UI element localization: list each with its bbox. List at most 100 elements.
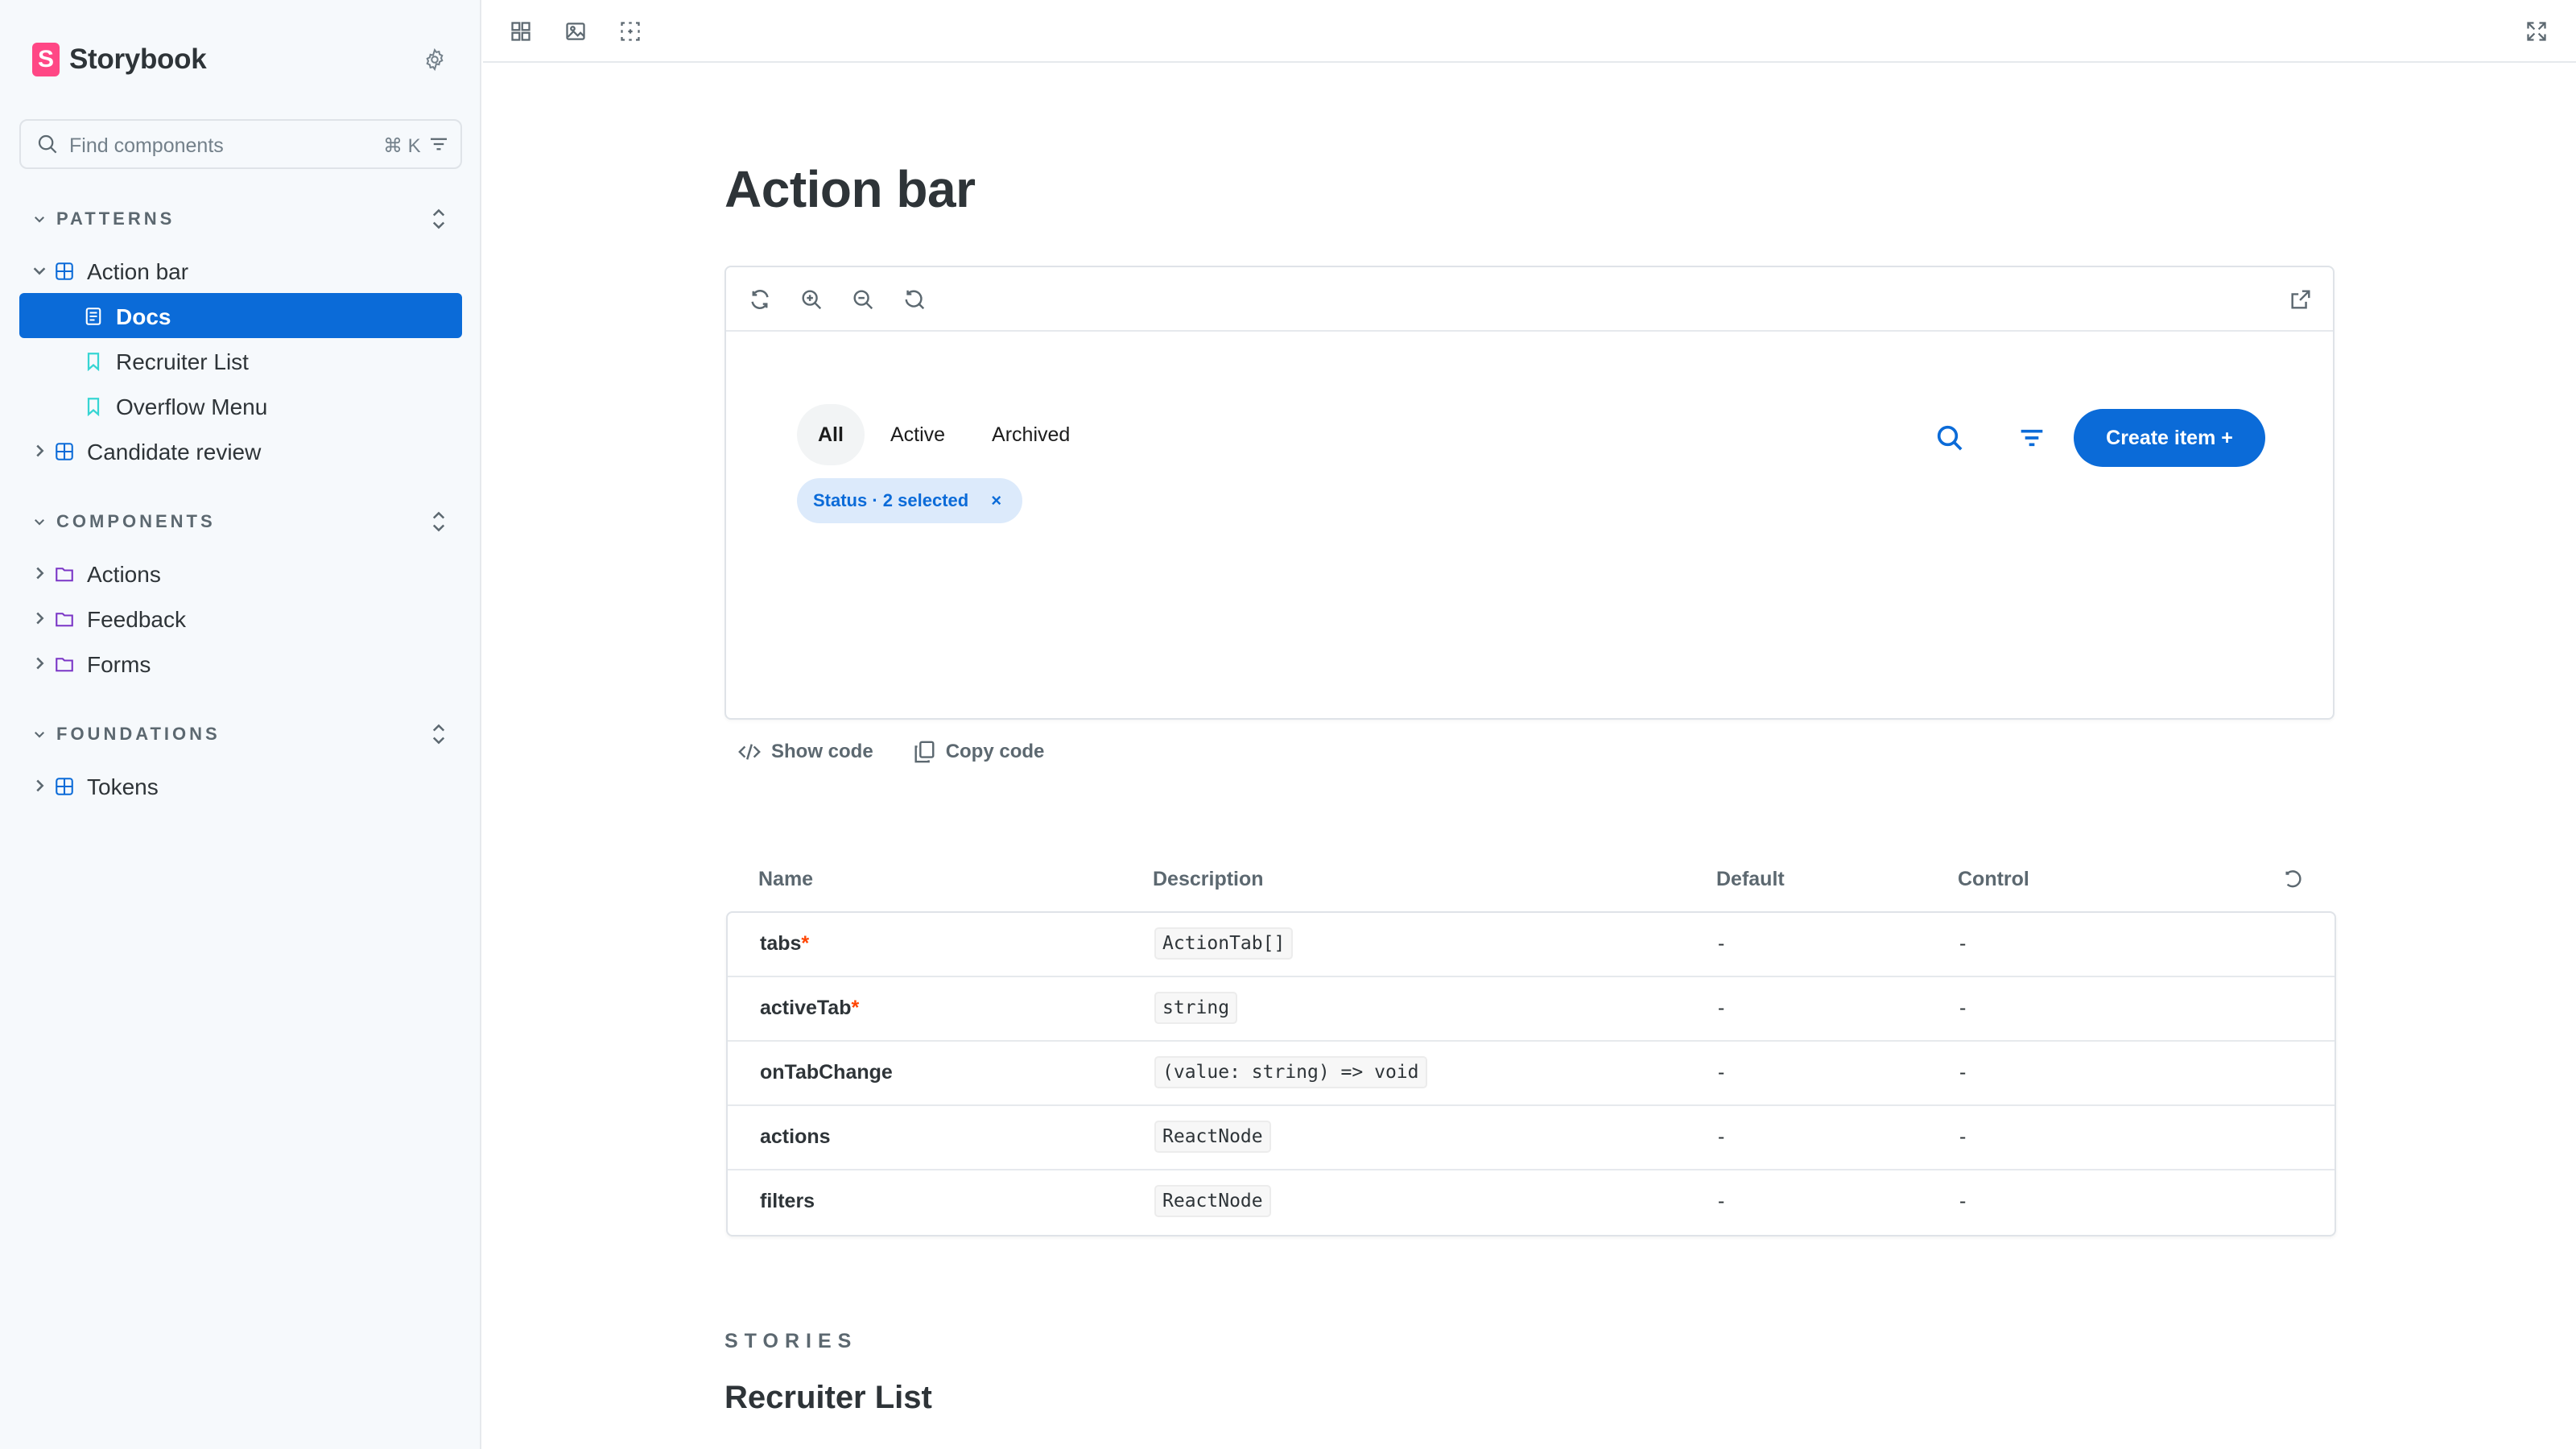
- bookmark-icon: [87, 398, 100, 416]
- fullscreen-icon: [2527, 22, 2546, 41]
- sidebar-item-tokens[interactable]: Tokens: [19, 763, 462, 808]
- external-link-icon: [2291, 290, 2310, 309]
- gear-icon: [426, 47, 444, 72]
- sidebar-item-candidate-review[interactable]: Candidate review: [19, 428, 462, 473]
- tab-all[interactable]: All: [797, 404, 865, 465]
- zoom-out-icon: [853, 290, 873, 310]
- arg-default: -: [1718, 932, 1725, 955]
- arg-default: -: [1718, 1061, 1725, 1084]
- top-toolbar: [483, 0, 2576, 63]
- arg-name: onTabChange: [760, 1061, 893, 1084]
- zoom-in-button[interactable]: [795, 283, 828, 316]
- stories-section-label: STORIES: [724, 1330, 858, 1352]
- arg-control: -: [1959, 932, 1967, 955]
- chevron-right-icon: [36, 567, 44, 580]
- close-icon[interactable]: ×: [991, 490, 1001, 511]
- copy-code-label: Copy code: [945, 741, 1045, 762]
- section-label: COMPONENTS: [56, 511, 216, 531]
- component-icon: [56, 262, 73, 280]
- section-components[interactable]: COMPONENTS: [31, 506, 216, 538]
- arg-name: tabs*: [760, 932, 810, 955]
- sidebar-item-feedback[interactable]: Feedback: [19, 596, 462, 641]
- arg-name: filters: [760, 1190, 815, 1212]
- component-icon: [56, 443, 73, 460]
- chevron-down-icon: [31, 725, 48, 743]
- chip-label: Status · 2 selected: [813, 490, 969, 510]
- arg-type: ActionTab[]: [1154, 927, 1294, 960]
- search-icon: [38, 134, 57, 154]
- section-label: FOUNDATIONS: [56, 724, 221, 744]
- search-input[interactable]: Find components: [69, 134, 224, 158]
- open-new-tab-button[interactable]: [2285, 283, 2317, 316]
- sidebar-item-forms[interactable]: Forms: [19, 641, 462, 686]
- reset-icon[interactable]: [2283, 868, 2307, 892]
- arg-default: -: [1718, 1125, 1725, 1148]
- expand-collapse-icon[interactable]: [427, 203, 451, 235]
- document-icon: [85, 308, 101, 325]
- copy-code-button[interactable]: Copy code: [912, 740, 1045, 764]
- brand-name: Storybook: [69, 43, 207, 75]
- brand[interactable]: S Storybook: [32, 40, 207, 79]
- zoom-reset-icon: [905, 290, 925, 310]
- outline-icon: [621, 22, 640, 41]
- tab-archived[interactable]: Archived: [971, 404, 1091, 465]
- required-marker: *: [851, 997, 860, 1019]
- chevron-down-icon: [31, 513, 48, 530]
- background-button[interactable]: [560, 16, 591, 47]
- grid-toggle-button[interactable]: [506, 16, 536, 47]
- grid-icon: [511, 22, 530, 41]
- arg-default: -: [1718, 1190, 1725, 1212]
- storybook-logo-icon: S: [32, 43, 60, 76]
- chevron-right-icon: [36, 612, 44, 625]
- search-shortcut: ⌘ K: [383, 135, 421, 157]
- folder-icon: [56, 613, 73, 627]
- tab-active[interactable]: Active: [869, 404, 966, 465]
- sidebar-item-recruiter-list[interactable]: Recruiter List: [19, 338, 462, 383]
- search-box[interactable]: Find components ⌘ K: [19, 119, 462, 169]
- filter-button[interactable]: [2009, 415, 2054, 460]
- column-header-default: Default: [1716, 868, 1785, 890]
- image-icon: [566, 23, 585, 40]
- outline-button[interactable]: [615, 16, 646, 47]
- remount-button[interactable]: [744, 283, 776, 316]
- story-preview: All Active Archived Status · 2 selected …: [724, 266, 2334, 720]
- sidebar-item-action-bar[interactable]: Action bar: [19, 248, 462, 293]
- arg-control: -: [1959, 1190, 1967, 1212]
- table-row: tabs* ActionTab[] - -: [728, 913, 2334, 977]
- section-patterns[interactable]: PATTERNS: [31, 203, 175, 235]
- settings-button[interactable]: [419, 43, 451, 76]
- chevron-right-icon: [36, 657, 44, 670]
- arg-name: activeTab*: [760, 997, 860, 1019]
- sidebar-item-docs[interactable]: Docs: [19, 293, 462, 338]
- sidebar-item-label: Candidate review: [87, 440, 262, 464]
- arg-default: -: [1718, 997, 1725, 1019]
- create-item-button[interactable]: Create item +: [2074, 409, 2265, 467]
- sidebar-item-label: Forms: [87, 652, 151, 677]
- search-button[interactable]: [1927, 415, 1972, 460]
- show-code-button[interactable]: Show code: [737, 740, 873, 764]
- action-bar-tabs: All Active Archived: [797, 404, 1096, 465]
- sidebar: S Storybook Find components ⌘ K PATTERNS…: [0, 0, 481, 1449]
- folder-icon: [56, 658, 73, 672]
- expand-collapse-icon[interactable]: [427, 506, 451, 538]
- sync-icon: [751, 290, 769, 309]
- chevron-down-icon: [31, 210, 48, 228]
- arg-type: (value: string) => void: [1154, 1056, 1427, 1088]
- sidebar-item-overflow-menu[interactable]: Overflow Menu: [19, 383, 462, 428]
- code-icon: [738, 744, 761, 760]
- fullscreen-button[interactable]: [2521, 16, 2552, 47]
- zoom-reset-button[interactable]: [898, 283, 931, 316]
- expand-collapse-icon[interactable]: [427, 718, 451, 750]
- sidebar-item-label: Docs: [116, 304, 171, 329]
- sidebar-item-actions[interactable]: Actions: [19, 551, 462, 596]
- sidebar-item-label: Recruiter List: [116, 349, 249, 374]
- zoom-out-button[interactable]: [847, 283, 879, 316]
- filter-icon[interactable]: [427, 132, 451, 156]
- sidebar-item-label: Overflow Menu: [116, 394, 268, 419]
- table-row: onTabChange (value: string) => void - -: [728, 1042, 2334, 1106]
- zoom-in-icon: [802, 290, 822, 310]
- section-foundations[interactable]: FOUNDATIONS: [31, 718, 221, 750]
- status-filter-chip[interactable]: Status · 2 selected ×: [797, 478, 1023, 523]
- section-label: PATTERNS: [56, 208, 175, 229]
- args-table: tabs* ActionTab[] - - activeTab* string …: [726, 911, 2336, 1236]
